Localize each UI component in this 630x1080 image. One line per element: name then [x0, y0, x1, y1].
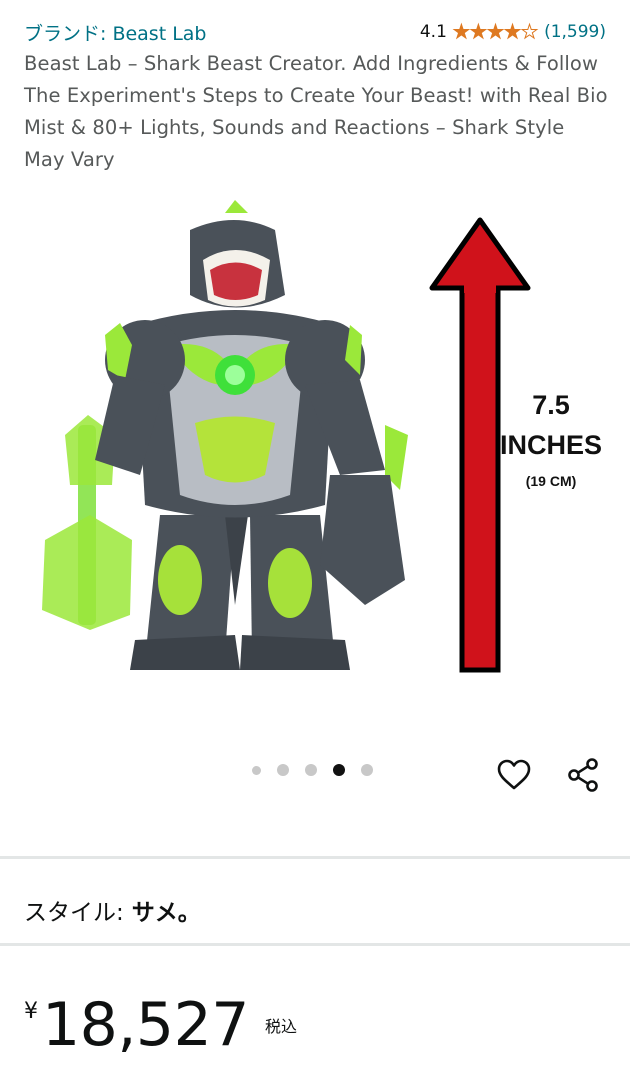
carousel-dot[interactable]	[277, 764, 289, 776]
carousel-dot[interactable]	[361, 764, 373, 776]
carousel-dots	[252, 764, 373, 776]
header-row: ブランド: Beast Lab 4.1 ★★★★★ ★★★★★ (1,599)	[24, 16, 606, 48]
carousel-dot[interactable]	[252, 765, 261, 775]
size-cm: (19 CM)	[526, 473, 577, 489]
heart-icon[interactable]	[496, 757, 532, 793]
price-amount: 18,527	[42, 990, 249, 1060]
section-divider	[0, 856, 630, 859]
carousel-dot[interactable]	[305, 764, 317, 776]
tax-label: 税込	[264, 1017, 297, 1036]
product-title: Beast Lab – Shark Beast Creator. Add Ing…	[24, 52, 608, 171]
product-image[interactable]: 7.5 INCHES (19 CM)	[20, 185, 610, 740]
size-value: 7.5	[532, 390, 570, 420]
brand-link[interactable]: ブランド: Beast Lab	[24, 19, 207, 46]
price-row: ¥ 18,527 税込	[24, 985, 297, 1065]
star-rating-icon: ★★★★★ ★★★★★	[452, 22, 538, 42]
stars-fill: ★★★★★	[452, 22, 523, 42]
price-currency: ¥	[24, 999, 38, 1024]
carousel-dot[interactable]	[333, 764, 345, 776]
section-divider	[0, 943, 630, 946]
rating[interactable]: 4.1 ★★★★★ ★★★★★ (1,599)	[419, 22, 606, 43]
rating-value: 4.1	[419, 22, 447, 42]
beast-figure	[42, 200, 408, 670]
style-label: スタイル:	[24, 900, 124, 926]
style-selector[interactable]: スタイル: サメ。	[24, 893, 201, 927]
style-value: サメ。	[131, 900, 201, 926]
share-icon[interactable]	[566, 757, 602, 793]
size-unit: INCHES	[500, 430, 602, 460]
rating-count[interactable]: (1,599)	[544, 22, 606, 42]
